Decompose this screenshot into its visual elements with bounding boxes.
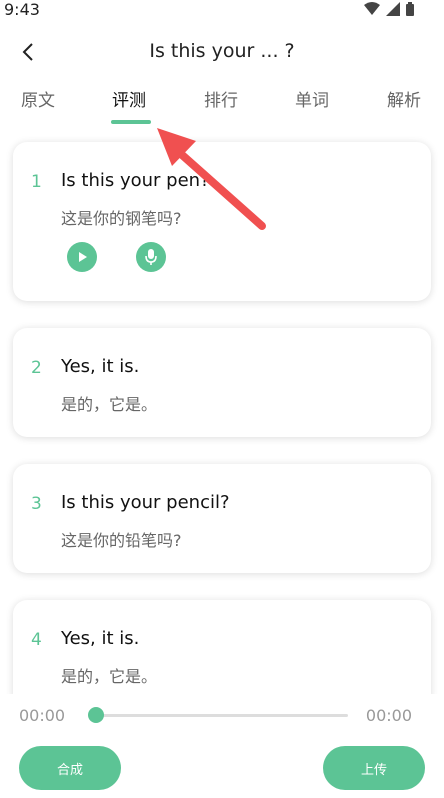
sentence-chinese: 是的，它是。 [61, 667, 158, 686]
progress-slider-thumb[interactable] [88, 707, 104, 723]
wifi-icon [364, 2, 380, 15]
tab-bar: 原文 评测 排行 单词 解析 [0, 86, 444, 128]
tab-evaluation[interactable]: 评测 [112, 86, 146, 111]
sentence-english: Is this your pen? [61, 170, 210, 191]
microphone-icon [145, 249, 157, 265]
sentence-chinese: 是的，它是。 [61, 395, 158, 414]
sentence-english: Yes, it is. [61, 628, 140, 649]
tab-ranking[interactable]: 排行 [204, 86, 238, 111]
active-tab-indicator [111, 120, 151, 124]
record-button[interactable] [136, 242, 166, 272]
play-icon [79, 252, 87, 262]
status-bar: 9:43 [0, 0, 444, 22]
tab-words[interactable]: 单词 [295, 86, 329, 111]
sentence-card[interactable]: 3 Is this your pencil? 这是你的铅笔吗? [13, 464, 431, 573]
total-time: 00:00 [365, 706, 412, 725]
sentence-number: 1 [31, 172, 42, 192]
header: Is this your ... ? [0, 30, 444, 76]
sentence-chinese: 这是你的钢笔吗? [61, 209, 182, 228]
sentence-card[interactable]: 1 Is this your pen? 这是你的钢笔吗? [13, 142, 431, 301]
audio-player: 00:00 00:00 合成 上传 [0, 694, 444, 798]
status-icons [364, 2, 414, 16]
sentence-card[interactable]: 4 Yes, it is. 是的，它是。 [13, 600, 431, 709]
battery-icon [406, 2, 414, 16]
tab-original-text[interactable]: 原文 [21, 86, 55, 111]
signal-icon [386, 2, 400, 16]
sentence-number: 4 [31, 630, 42, 650]
progress-slider[interactable] [96, 714, 348, 717]
sentence-english: Yes, it is. [61, 356, 140, 377]
upload-button[interactable]: 上传 [323, 746, 425, 790]
sentence-chinese: 这是你的铅笔吗? [61, 531, 182, 550]
play-button[interactable] [67, 242, 97, 272]
sentence-number: 3 [31, 494, 42, 514]
page-title: Is this your ... ? [149, 40, 295, 62]
sentence-number: 2 [31, 358, 42, 378]
current-time: 00:00 [19, 706, 66, 725]
synthesize-button[interactable]: 合成 [19, 746, 121, 790]
sentence-card[interactable]: 2 Yes, it is. 是的，它是。 [13, 328, 431, 437]
tab-analysis[interactable]: 解析 [387, 86, 421, 111]
status-time: 9:43 [4, 0, 40, 19]
sentence-english: Is this your pencil? [61, 492, 230, 513]
